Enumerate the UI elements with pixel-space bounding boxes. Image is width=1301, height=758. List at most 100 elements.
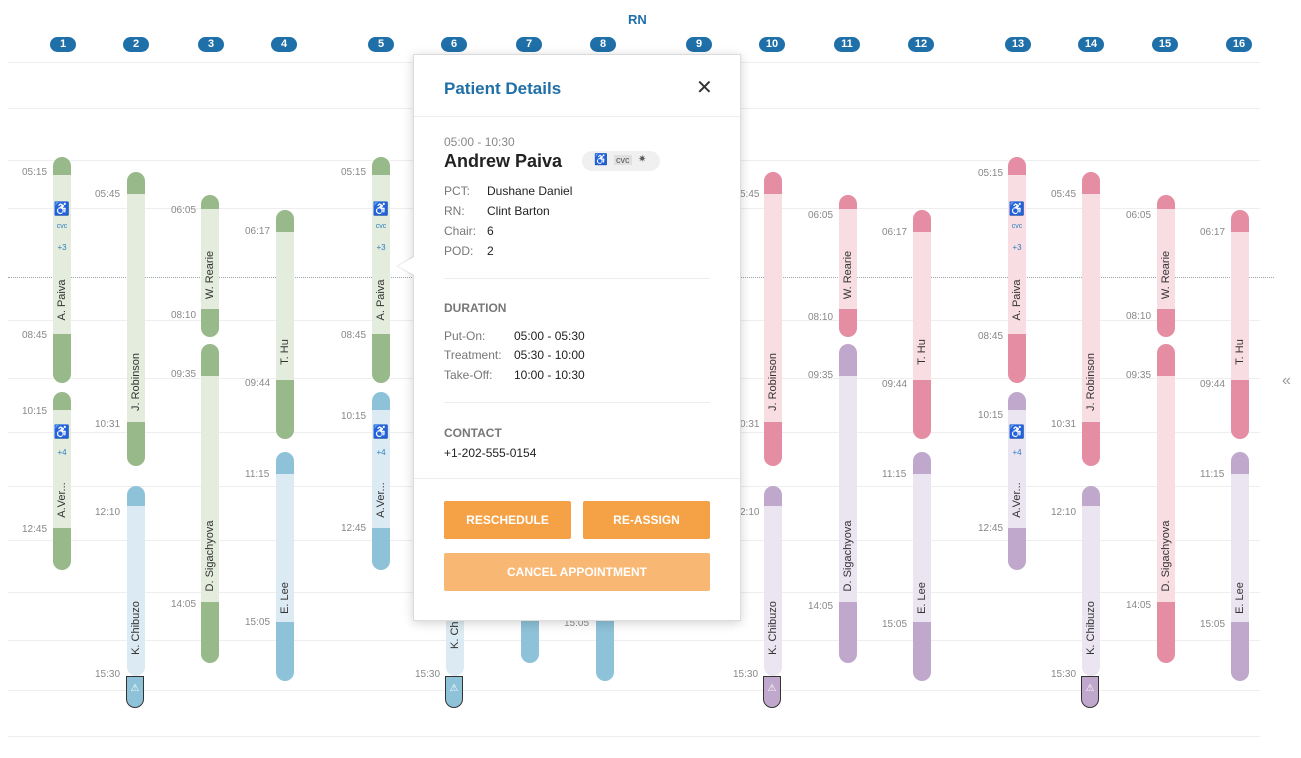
chair-badge[interactable]: 10 <box>759 37 785 52</box>
chair-badge[interactable]: 8 <box>590 37 616 52</box>
time-label: 08:45 <box>22 330 48 341</box>
appointment-block[interactable]: ♿ cvc +3 A. Paiva <box>53 157 71 383</box>
chair-badge[interactable]: 16 <box>1226 37 1252 52</box>
appointment-block[interactable]: E. Lee <box>913 452 931 681</box>
appointment-block[interactable]: T. Hu <box>1231 210 1249 439</box>
appointment-block[interactable]: ♿ cvc +3 A. Paiva <box>372 157 390 383</box>
take-off-value: 10:00 - 10:30 <box>514 368 585 382</box>
chair-label: Chair: <box>444 224 477 238</box>
put-on-value: 05:00 - 05:30 <box>514 329 585 343</box>
appointment-block[interactable]: K. Chibuzo <box>127 486 145 676</box>
appointment-block[interactable]: T. Hu <box>276 210 294 439</box>
appointment-block[interactable]: K. Chibuzo <box>1082 486 1100 676</box>
appointment-block[interactable]: D. Sigachyova <box>1157 344 1175 663</box>
patient-name: E. Lee <box>916 582 928 614</box>
chair-badge[interactable]: 5 <box>368 37 394 52</box>
wheelchair-icon: ♿ <box>372 201 390 216</box>
chair-badge[interactable]: 3 <box>198 37 224 52</box>
pod-label: POD: <box>444 244 474 258</box>
chair-badge[interactable]: 4 <box>271 37 297 52</box>
rn-value: Clint Barton <box>487 204 550 218</box>
appointment-block[interactable]: T. Hu <box>913 210 931 439</box>
time-label: 09:44 <box>882 379 908 390</box>
cancel-appointment-button[interactable]: CANCEL APPOINTMENT <box>444 553 710 591</box>
time-label: 12:45 <box>341 523 367 534</box>
more-badge: +4 <box>376 448 386 457</box>
chair-badge[interactable]: 7 <box>516 37 542 52</box>
appointment-block[interactable]: D. Sigachyova <box>839 344 857 663</box>
treatment-label: Treatment: <box>444 348 502 362</box>
chair-badge[interactable]: 11 <box>834 37 860 52</box>
rn-header: RN <box>628 12 647 27</box>
time-label: 15:30 <box>95 669 121 680</box>
chair-badge[interactable]: 12 <box>908 37 934 52</box>
time-label: 06:05 <box>808 210 834 221</box>
time-label: 08:10 <box>171 310 197 321</box>
appointment-block[interactable]: W. Rearie <box>1157 195 1175 337</box>
more-badge: +3 <box>57 243 67 252</box>
time-label: 09:35 <box>808 370 834 381</box>
divider <box>444 402 710 403</box>
alert-marker[interactable]: ⚠ <box>763 676 781 708</box>
time-label: 05:45 <box>95 189 121 200</box>
alert-marker[interactable]: ⚠ <box>126 676 144 708</box>
time-label: 06:17 <box>1200 227 1226 238</box>
appointment-block[interactable]: E. Lee <box>1231 452 1249 681</box>
chair-badge[interactable]: 1 <box>50 37 76 52</box>
patient-full-name: Andrew Paiva <box>444 151 563 171</box>
time-label: 12:10 <box>1051 507 1077 518</box>
reassign-button[interactable]: RE-ASSIGN <box>583 501 710 539</box>
appointment-block[interactable]: K. Chibuzo <box>764 486 782 676</box>
appointment-block[interactable]: ♿ cvc +3 A. Paiva <box>1008 157 1026 383</box>
chair-badge[interactable]: 14 <box>1078 37 1104 52</box>
popup-pointer-inner <box>398 257 414 275</box>
appointment-block[interactable]: J. Robinson <box>127 172 145 466</box>
appointment-block[interactable]: ♿ +4 A.Ver... <box>372 392 390 570</box>
pod-value: 2 <box>487 244 494 258</box>
chair-badge[interactable]: 13 <box>1005 37 1031 52</box>
appointment-block[interactable]: J. Robinson <box>764 172 782 466</box>
reschedule-button[interactable]: RESCHEDULE <box>444 501 571 539</box>
time-label: 15:05 <box>245 617 271 628</box>
appointment-block[interactable]: W. Rearie <box>839 195 857 337</box>
patient-name: A.Ver... <box>56 482 68 518</box>
chair-badge[interactable]: 6 <box>441 37 467 52</box>
time-label: 11:15 <box>245 469 270 480</box>
patient-name: W. Rearie <box>204 250 216 300</box>
close-icon[interactable]: ✕ <box>696 75 713 100</box>
contact-phone: +1-202-555-0154 <box>444 446 537 460</box>
chair-badge[interactable]: 2 <box>123 37 149 52</box>
patient-name: A. Paiva <box>56 279 68 321</box>
take-off-label: Take-Off: <box>444 368 493 382</box>
pct-value: Dushane Daniel <box>487 184 573 198</box>
time-label: 10:31 <box>95 419 121 430</box>
time-label: 09:35 <box>171 369 197 380</box>
time-label: 15:05 <box>882 619 908 630</box>
time-label: 10:15 <box>22 406 48 417</box>
time-label: 15:05 <box>1200 619 1226 630</box>
warning-icon: ⚠ <box>767 683 777 694</box>
time-label: 08:45 <box>341 330 367 341</box>
patient-name: A. Paiva <box>375 279 387 321</box>
time-label: 05:45 <box>1051 189 1077 200</box>
time-label: 08:45 <box>978 331 1004 342</box>
chair-badge[interactable]: 15 <box>1152 37 1178 52</box>
time-label: 14:05 <box>171 599 197 610</box>
alert-marker[interactable]: ⚠ <box>445 676 463 708</box>
time-label: 08:10 <box>808 312 834 323</box>
pct-label: PCT: <box>444 184 471 198</box>
appointment-block[interactable]: ♿ +4 A.Ver... <box>53 392 71 570</box>
patient-name: E. Lee <box>1234 582 1246 614</box>
appointment-block[interactable]: ♿ +4 A.Ver... <box>1008 392 1026 570</box>
alert-marker[interactable]: ⚠ <box>1081 676 1099 708</box>
time-label: 06:05 <box>171 205 197 216</box>
appointment-block[interactable]: E. Lee <box>276 452 294 681</box>
appointment-block[interactable]: D. Sigachyova <box>201 344 219 663</box>
time-label: 09:44 <box>245 378 271 389</box>
chair-badge[interactable]: 9 <box>686 37 712 52</box>
collapse-panel-icon[interactable]: « <box>1282 372 1291 390</box>
time-label: 05:15 <box>22 167 48 178</box>
appointment-block[interactable]: W. Rearie <box>201 195 219 337</box>
grid-line <box>8 690 1260 691</box>
appointment-block[interactable]: J. Robinson <box>1082 172 1100 466</box>
